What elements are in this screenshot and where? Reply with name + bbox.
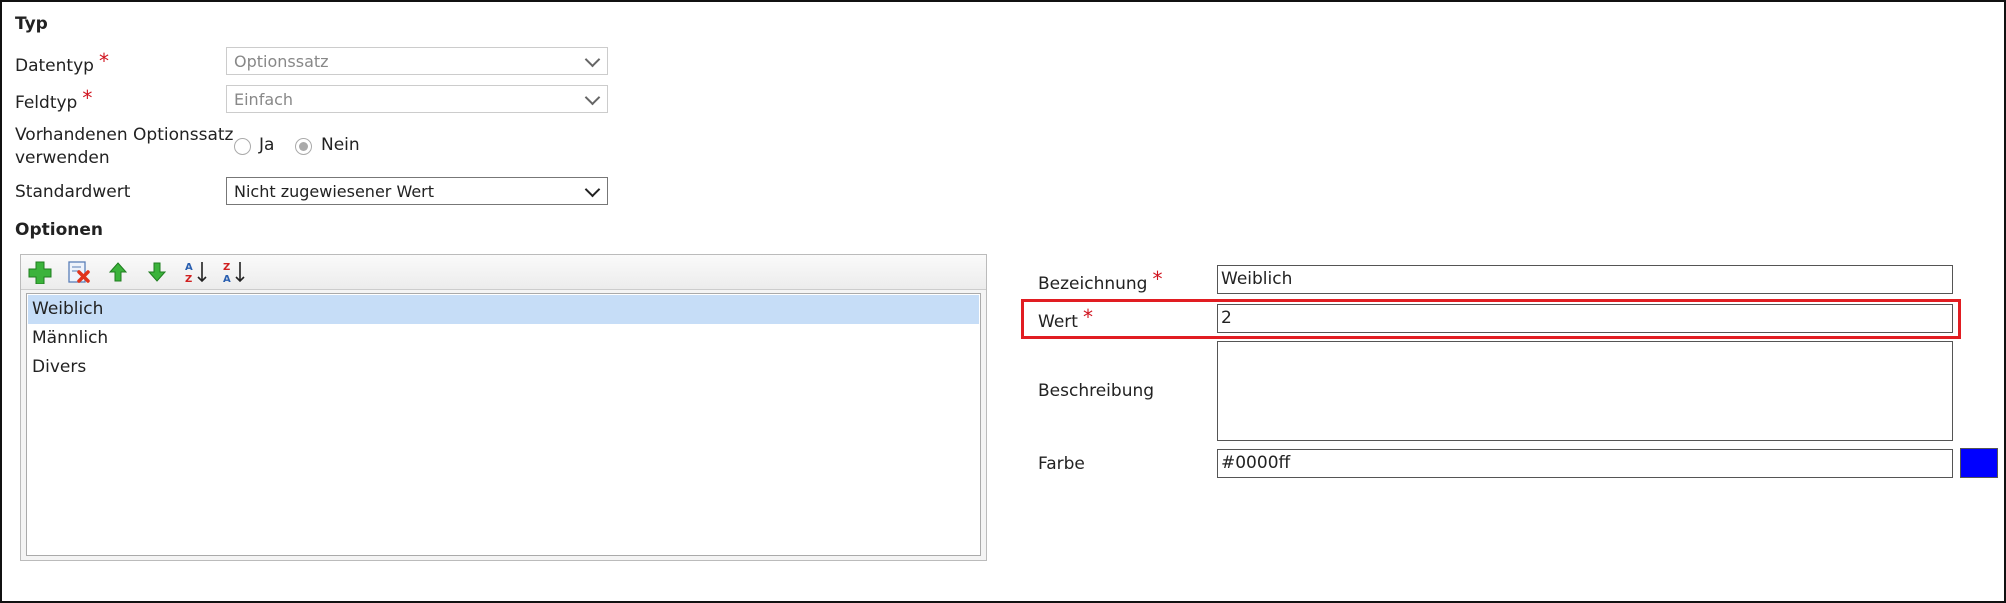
list-item-option-2[interactable]: Männlich	[28, 324, 979, 353]
option-value-label: Wert *	[1038, 305, 1093, 332]
list-item-option-1[interactable]: Weiblich	[28, 295, 979, 324]
options-list[interactable]: Weiblich Männlich Divers	[26, 293, 981, 556]
options-toolbar: A Z Z A	[21, 255, 986, 290]
option-color-input[interactable]: #0000ff	[1217, 449, 1953, 478]
datatype-value: Optionssatz	[234, 52, 329, 71]
default-value-value: Nicht zugewiesener Wert	[234, 182, 435, 201]
list-item-option-3[interactable]: Divers	[28, 353, 979, 382]
existing-optionset-label-line1: Vorhandenen Optionssatz	[15, 125, 234, 145]
radio-yes[interactable]	[234, 138, 251, 155]
svg-text:A: A	[185, 262, 193, 273]
sort-ascending-button[interactable]: A Z	[183, 260, 209, 285]
color-swatch[interactable]	[1960, 448, 1998, 478]
move-down-icon	[147, 262, 167, 282]
svg-text:Z: Z	[185, 274, 192, 284]
sort-descending-icon: Z A	[223, 262, 245, 285]
chevron-down-icon	[584, 51, 601, 68]
options-panel: A Z Z A Weiblich Männlich Divers	[20, 254, 987, 561]
required-indicator: *	[98, 49, 109, 73]
datatype-label: Datentyp *	[15, 49, 109, 76]
default-value-select[interactable]: Nicht zugewiesener Wert	[226, 177, 608, 205]
sort-descending-button[interactable]: Z A	[221, 260, 247, 285]
option-description-textarea[interactable]	[1217, 341, 1953, 441]
fieldtype-label: Feldtyp *	[15, 86, 93, 113]
form-frame: Typ Datentyp * Optionssatz Feldtyp * Einfa…	[0, 0, 2006, 603]
section-title-typ: Typ	[15, 14, 48, 34]
radio-no-label[interactable]: Nein	[321, 135, 360, 155]
sort-ascending-icon: A Z	[185, 262, 207, 285]
chevron-down-icon	[584, 89, 601, 106]
option-value-input[interactable]: 2	[1217, 304, 1953, 333]
required-indicator: *	[1152, 267, 1163, 291]
existing-optionset-label-line2: verwenden	[15, 148, 110, 168]
add-icon	[28, 261, 52, 285]
existing-optionset-label: Vorhandenen Optionssatz verwenden	[15, 124, 234, 170]
chevron-down-icon	[584, 181, 601, 198]
option-label-input[interactable]: Weiblich	[1217, 265, 1953, 294]
option-label-label-text: Bezeichnung	[1038, 274, 1148, 294]
datatype-select[interactable]: Optionssatz	[226, 47, 608, 75]
move-up-button[interactable]	[105, 260, 131, 284]
radio-no[interactable]	[295, 138, 312, 155]
add-option-button[interactable]	[27, 260, 53, 285]
default-value-label: Standardwert	[15, 182, 131, 202]
required-indicator: *	[82, 86, 93, 110]
delete-option-button[interactable]	[66, 260, 92, 284]
required-indicator: *	[1082, 305, 1093, 329]
fieldtype-value: Einfach	[234, 90, 294, 109]
move-down-button[interactable]	[144, 260, 170, 284]
delete-icon	[68, 261, 90, 283]
fieldtype-select[interactable]: Einfach	[226, 85, 608, 113]
fieldtype-label-text: Feldtyp	[15, 93, 78, 113]
option-label-label: Bezeichnung *	[1038, 267, 1163, 294]
section-title-options: Optionen	[15, 220, 103, 240]
svg-text:Z: Z	[223, 262, 230, 273]
option-description-label: Beschreibung	[1038, 381, 1155, 401]
svg-text:A: A	[223, 274, 231, 284]
move-up-icon	[108, 262, 128, 282]
datatype-label-text: Datentyp	[15, 56, 94, 76]
radio-yes-label[interactable]: Ja	[259, 135, 274, 155]
option-value-label-text: Wert	[1038, 312, 1078, 332]
option-color-label: Farbe	[1038, 454, 1085, 474]
